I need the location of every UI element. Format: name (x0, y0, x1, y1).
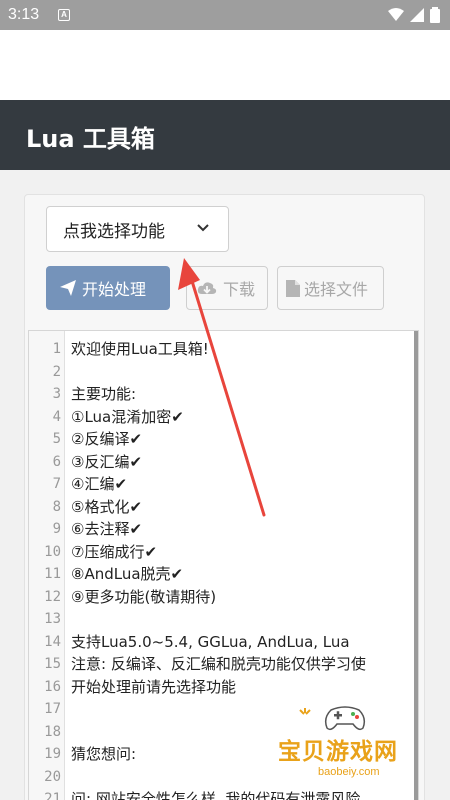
code-line-text: 注意: 反编译、反汇编和脱壳功能仅供学习使 (71, 655, 366, 673)
code-line-text: ⑤格式化✔ (71, 497, 143, 516)
function-select-label: 点我选择功能 (63, 221, 165, 242)
editor-line: 4 ①Lua混淆加密✔ (29, 406, 418, 429)
line-number: 12 (44, 588, 61, 605)
signal-icon (410, 8, 424, 22)
watermark-domain: baobeiy.com (318, 766, 380, 778)
chevron-down-icon (197, 224, 209, 232)
code-line-text: ⑨更多功能(敬请期待) (71, 587, 217, 606)
status-bar: 3:13 A (0, 0, 450, 30)
download-label: 下载 (223, 280, 256, 299)
code-line-text: ③反汇编✔ (71, 452, 143, 471)
code-line-text: ②反编译✔ (71, 430, 143, 448)
line-number: 2 (52, 363, 61, 380)
editor-line: 14 支持Lua5.0~5.4, GGLua, AndLua, Lua (29, 631, 418, 654)
code-line-text: ⑥去注释✔ (71, 520, 143, 538)
line-number: 15 (44, 656, 61, 672)
line-number: 17 (44, 701, 61, 717)
editor-line: 5 ②反编译✔ (29, 428, 418, 451)
wifi-icon (388, 8, 404, 21)
app-title: Lua 工具箱 (26, 125, 155, 153)
function-select[interactable]: 点我选择功能 (46, 206, 229, 252)
code-line-text: 欢迎使用Lua工具箱! (71, 340, 209, 358)
code-line-text: ①Lua混淆加密✔ (71, 407, 184, 426)
gamepad-icon (324, 706, 366, 731)
line-number: 6 (52, 453, 61, 470)
editor-line: 15 注意: 反编译、反汇编和脱壳功能仅供学习使 (29, 653, 418, 676)
site-watermark: 宝贝游戏网 baobeiy.com (268, 700, 443, 790)
line-number: 18 (44, 723, 61, 740)
editor-line: 13 (29, 608, 418, 631)
status-icons (388, 7, 440, 23)
editor-line: 10 ⑦压缩成行✔ (29, 541, 418, 564)
start-processing-button[interactable]: 开始处理 (46, 266, 170, 310)
line-number: 19 (44, 746, 61, 762)
line-number: 16 (44, 678, 61, 695)
blank-area (0, 30, 450, 100)
line-number: 20 (44, 768, 61, 785)
start-processing-label: 开始处理 (82, 280, 147, 299)
line-number: 5 (52, 431, 61, 447)
cloud-download-icon (197, 282, 217, 294)
editor-line: 8 ⑤格式化✔ (29, 496, 418, 519)
line-number: 14 (44, 633, 61, 650)
line-number: 7 (52, 476, 61, 492)
notification-a-icon: A (58, 9, 70, 21)
line-number: 3 (52, 386, 61, 402)
editor-line: 6 ③反汇编✔ (29, 451, 418, 474)
editor-line: 9 ⑥去注释✔ (29, 518, 418, 541)
line-number: 4 (52, 408, 61, 425)
code-line-text: 支持Lua5.0~5.4, GGLua, AndLua, Lua (71, 632, 350, 651)
line-number: 21 (44, 791, 61, 800)
line-number: 1 (52, 341, 61, 357)
choose-file-label: 选择文件 (304, 280, 369, 299)
code-line-text: 猜您想问: (71, 745, 137, 763)
code-line-text: ④汇编✔ (71, 475, 128, 493)
battery-icon (430, 7, 440, 23)
editor-line: 1 欢迎使用Lua工具箱! (29, 338, 418, 361)
status-time: 3:13 (8, 6, 40, 23)
paper-plane-icon (60, 280, 76, 296)
line-number: 11 (44, 566, 61, 582)
line-number: 8 (52, 498, 61, 515)
editor-line: 11 ⑧AndLua脱壳✔ (29, 563, 418, 586)
editor-line: 16 开始处理前请先选择功能 (29, 676, 418, 699)
line-number: 10 (44, 543, 61, 560)
watermark-title: 宝贝游戏网 (278, 739, 398, 765)
code-line-text: ⑧AndLua脱壳✔ (71, 565, 184, 583)
app-bar: Lua 工具箱 (0, 100, 450, 170)
code-line-text: 主要功能: (71, 385, 137, 403)
line-number: 9 (52, 521, 61, 537)
line-number: 13 (44, 611, 61, 627)
sparkle-icon (299, 708, 311, 715)
choose-file-button[interactable]: 选择文件 (277, 266, 384, 310)
editor-line: 12 ⑨更多功能(敬请期待) (29, 586, 418, 609)
editor-line: 7 ④汇编✔ (29, 473, 418, 496)
code-line-text: ⑦压缩成行✔ (71, 542, 158, 561)
code-line-text: 开始处理前请先选择功能 (71, 677, 237, 696)
editor-line: 3 主要功能: (29, 383, 418, 406)
file-icon (286, 279, 300, 297)
download-button[interactable]: 下载 (186, 266, 268, 310)
editor-line: 2 (29, 361, 418, 384)
